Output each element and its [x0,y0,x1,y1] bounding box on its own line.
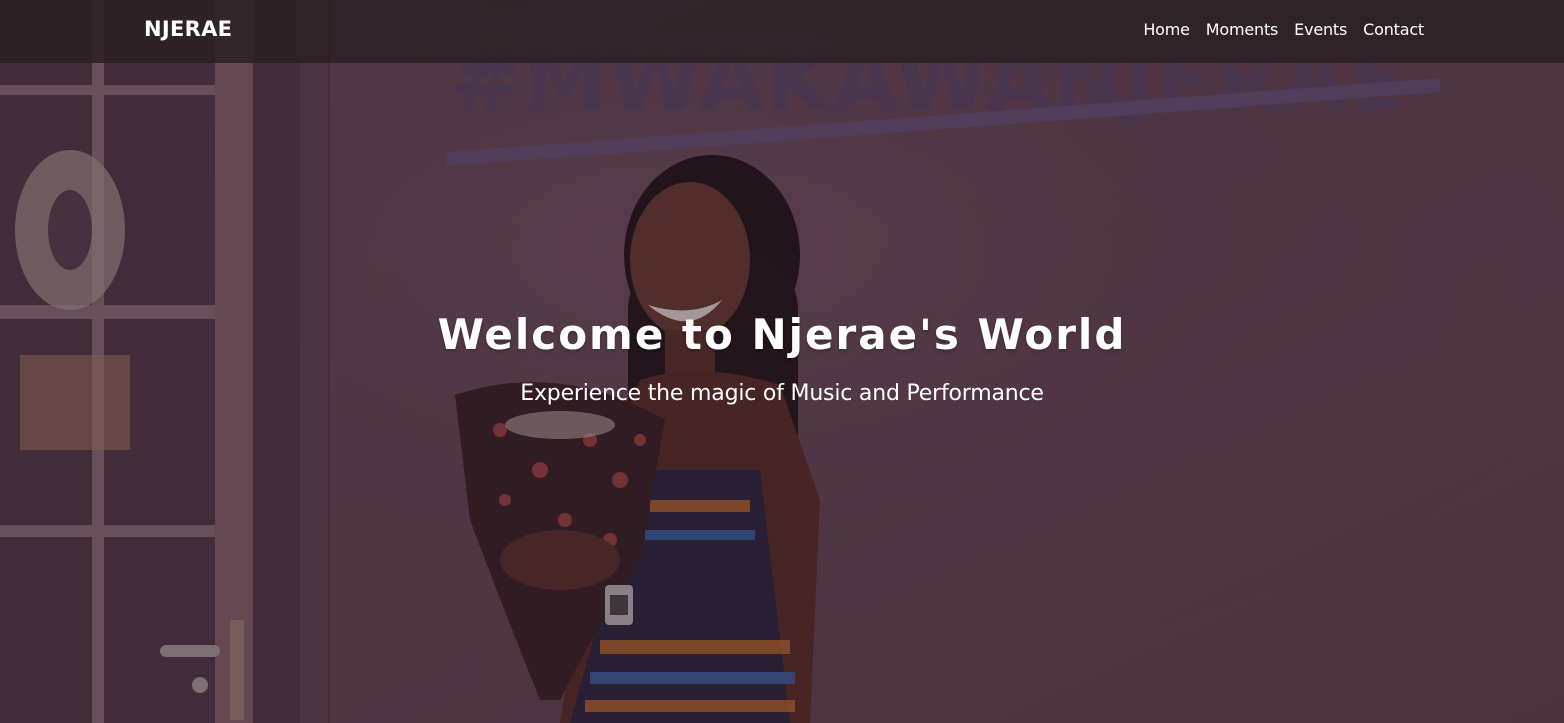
hero-subtitle: Experience the magic of Music and Perfor… [520,381,1044,406]
nav-link-moments[interactable]: Moments [1206,20,1279,39]
navbar: NJERAE Home Moments Events Contact [0,0,1564,63]
nav-item-events: Events [1294,20,1347,40]
nav-item-home: Home [1143,20,1190,40]
nav-link-contact[interactable]: Contact [1363,20,1424,39]
page: #MWAKAWANJERAE NJERAE Home Moments Event… [0,0,1564,723]
nav-item-contact: Contact [1363,20,1424,40]
nav-item-moments: Moments [1206,20,1279,40]
brand-logo[interactable]: NJERAE [144,17,232,41]
hero-section: Welcome to Njerae's World Experience the… [0,310,1564,406]
hero-title: Welcome to Njerae's World [437,310,1127,359]
nav-links: Home Moments Events Contact [1143,20,1424,40]
nav-link-home[interactable]: Home [1143,20,1190,39]
nav-link-events[interactable]: Events [1294,20,1347,39]
